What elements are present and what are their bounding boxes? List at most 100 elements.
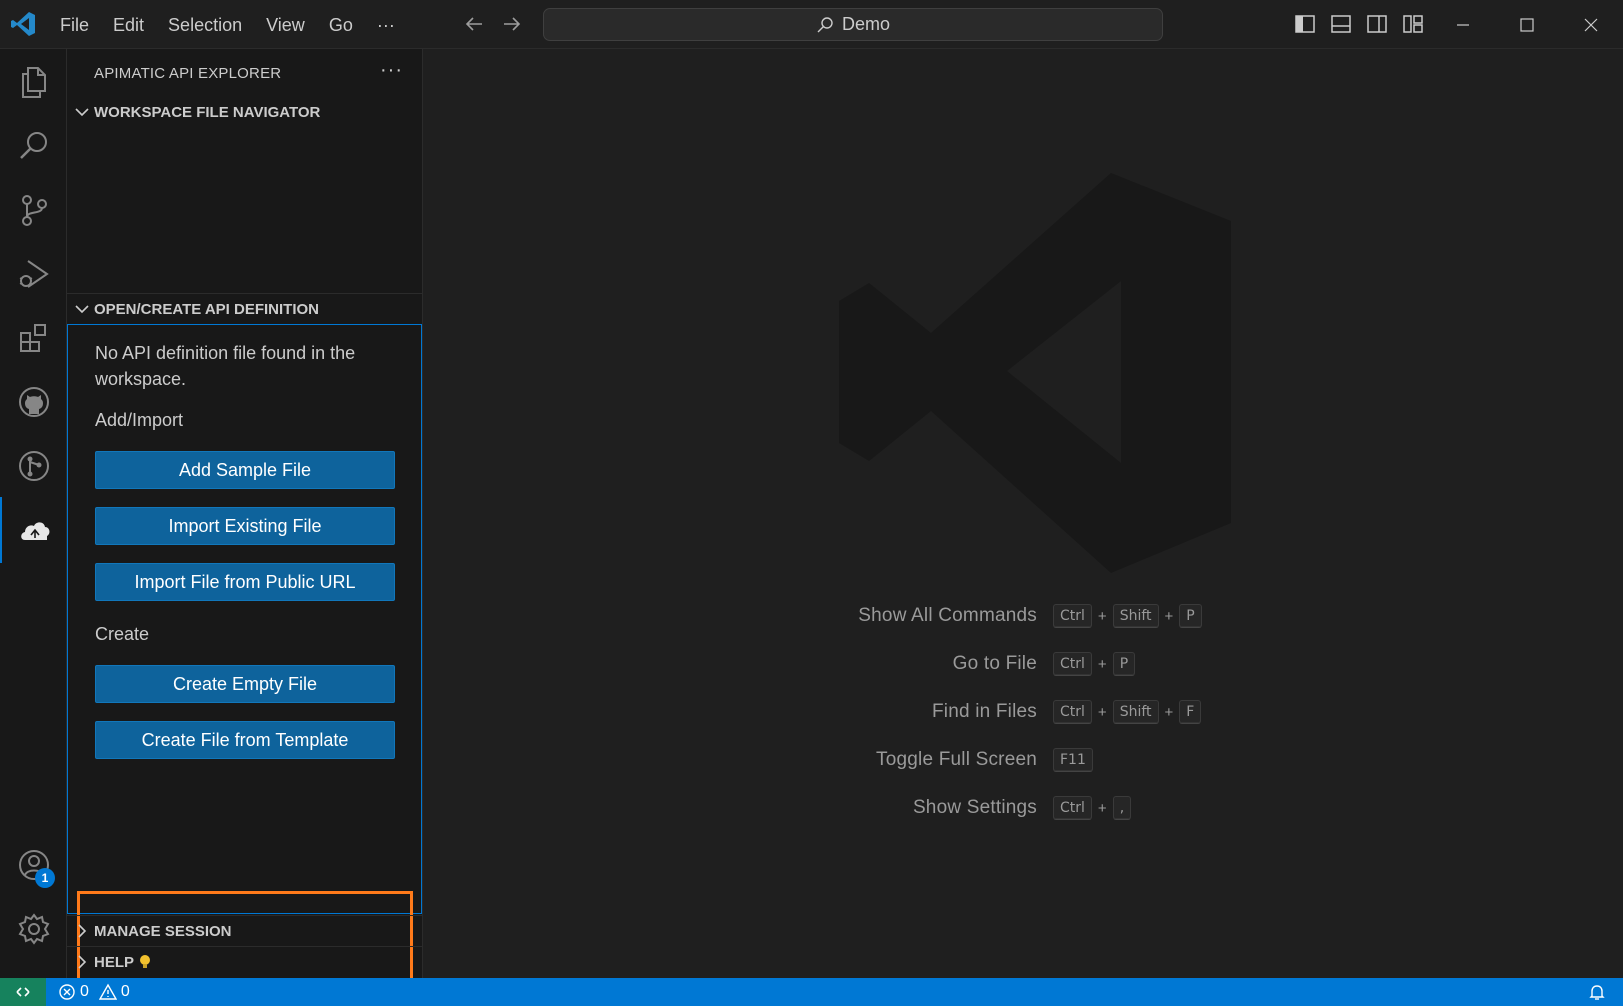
section-manage-session[interactable]: MANAGE SESSION [67,916,422,946]
import-existing-file-button[interactable]: Import Existing File [95,507,395,545]
menu-edit[interactable]: Edit [101,9,156,41]
keycap: Ctrl [1053,796,1092,820]
shortcut-label: Toggle Full Screen [876,749,1037,770]
primary-sidebar: APIMATIC API EXPLORER ··· WORKSPACE FILE… [67,49,423,1006]
activity-manage[interactable] [0,896,67,962]
title-bar: File Edit Selection View Go ··· Demo [0,0,1623,49]
shortcut-row: Show Settings Ctrl +, [703,784,1343,832]
close-icon [1584,18,1598,31]
activity-accounts[interactable]: 1 [0,832,67,898]
shortcut-keys: Ctrl + Shift + P [1053,604,1202,628]
activity-run-debug[interactable] [0,241,67,307]
section-title: HELP [94,953,135,971]
shortcut-label: Go to File [952,653,1037,674]
key-separator: + [1164,607,1174,625]
shortcut-label: Show Settings [912,797,1037,818]
customize-layout-icon[interactable] [1401,12,1425,36]
search-icon [817,16,833,32]
section-open-create-api-definition[interactable]: OPEN/CREATE API DEFINITION [67,294,422,324]
activity-explorer[interactable] [0,49,67,115]
toggle-primary-sidebar-icon[interactable] [1293,12,1317,36]
maximize-icon [1520,17,1534,32]
keycap: P [1112,652,1136,676]
chevron-right-icon [78,955,87,969]
keycap: , [1112,796,1132,820]
activity-source-control[interactable] [0,177,67,243]
window-controls [1431,0,1623,49]
add-import-heading: Add/Import [95,410,184,430]
no-definition-message: No API definition file found in the work… [95,343,356,389]
forward-arrow-icon[interactable] [500,12,524,36]
command-center-search[interactable]: Demo [543,8,1163,41]
menu-go[interactable]: Go [317,9,365,41]
chevron-down-icon [75,108,89,117]
close-button[interactable] [1559,0,1623,49]
vscode-logo-icon [11,12,35,36]
chevron-right-icon [78,924,87,938]
activity-bar: 1 [0,49,67,978]
open-create-panel: No API definition file found in the work… [67,324,422,1006]
explorer-icon [21,67,46,98]
accounts-badge: 1 [35,868,55,888]
apimatic-icon [20,522,49,540]
notifications-bell-icon[interactable] [1587,982,1607,1002]
shortcut-keys: Ctrl + P [1053,652,1136,676]
create-heading: Create [95,624,150,644]
command-center-label: Demo [841,14,890,34]
extensions-icon [19,324,46,352]
menu-bar: File Edit Selection View Go ··· [48,0,407,49]
error-count: 0 [80,983,89,1000]
import-file-from-url-button[interactable]: Import File from Public URL [95,563,395,601]
add-sample-file-button[interactable]: Add Sample File [95,451,395,489]
shortcut-row: Go to File Ctrl + P [703,640,1343,688]
source-control-icon [21,195,47,226]
vscode-watermark-icon [839,173,1231,573]
create-empty-file-button[interactable]: Create Empty File [95,665,395,703]
shortcut-keys: F11 [1053,748,1093,772]
activity-extensions[interactable] [0,305,67,371]
git-graph-icon [18,451,49,481]
maximize-button[interactable] [1495,0,1559,49]
remote-indicator[interactable] [0,978,46,1006]
keycap: P [1179,604,1202,628]
menu-selection[interactable]: Selection [156,9,254,41]
section-title: MANAGE SESSION [94,922,232,940]
search-icon [19,132,47,159]
activity-github[interactable] [0,369,67,435]
editor-area: Show All Commands Ctrl + Shift + P Go to File C… [423,49,1623,978]
section-workspace-file-navigator[interactable]: WORKSPACE FILE NAVIGATOR [67,97,422,127]
shortcut-row: Toggle Full Screen F11 [703,736,1343,784]
remote-icon [16,987,30,997]
menu-file[interactable]: File [48,9,101,41]
keycap: Ctrl [1053,604,1092,628]
warning-icon [98,983,117,1000]
sidebar-more-actions[interactable]: ··· [380,59,403,82]
shortcut-row: Show All Commands Ctrl + Shift + P [703,592,1343,640]
section-title: OPEN/CREATE API DEFINITION [94,300,320,318]
toggle-panel-icon[interactable] [1329,12,1353,36]
activity-search[interactable] [0,113,67,179]
menu-more[interactable]: ··· [365,9,407,41]
sidebar-title: APIMATIC API EXPLORER [94,65,282,82]
lightbulb-icon [140,955,151,968]
chevron-down-icon [75,305,89,314]
minimize-icon [1457,23,1469,26]
activity-git-graph[interactable] [0,433,67,499]
problems-status[interactable]: 0 0 [58,983,130,1001]
back-arrow-icon[interactable] [462,12,486,36]
shortcut-label: Show All Commands [858,605,1037,626]
section-help[interactable]: HELP [67,947,422,977]
github-icon [18,387,49,417]
key-separator: + [1097,607,1107,625]
error-icon [59,984,75,1000]
activity-apimatic[interactable] [0,497,67,563]
shortcut-row: Find in Files Ctrl + Shift + F [703,688,1343,736]
status-bar: 0 0 [0,978,1623,1006]
keycap: F11 [1053,748,1093,772]
toggle-secondary-sidebar-icon[interactable] [1365,12,1389,36]
minimize-button[interactable] [1431,0,1495,49]
key-separator: + [1097,703,1107,721]
create-file-from-template-button[interactable]: Create File from Template [95,721,395,759]
shortcut-hints: Show All Commands Ctrl + Shift + P Go to File C… [703,592,1343,832]
menu-view[interactable]: View [254,9,317,41]
